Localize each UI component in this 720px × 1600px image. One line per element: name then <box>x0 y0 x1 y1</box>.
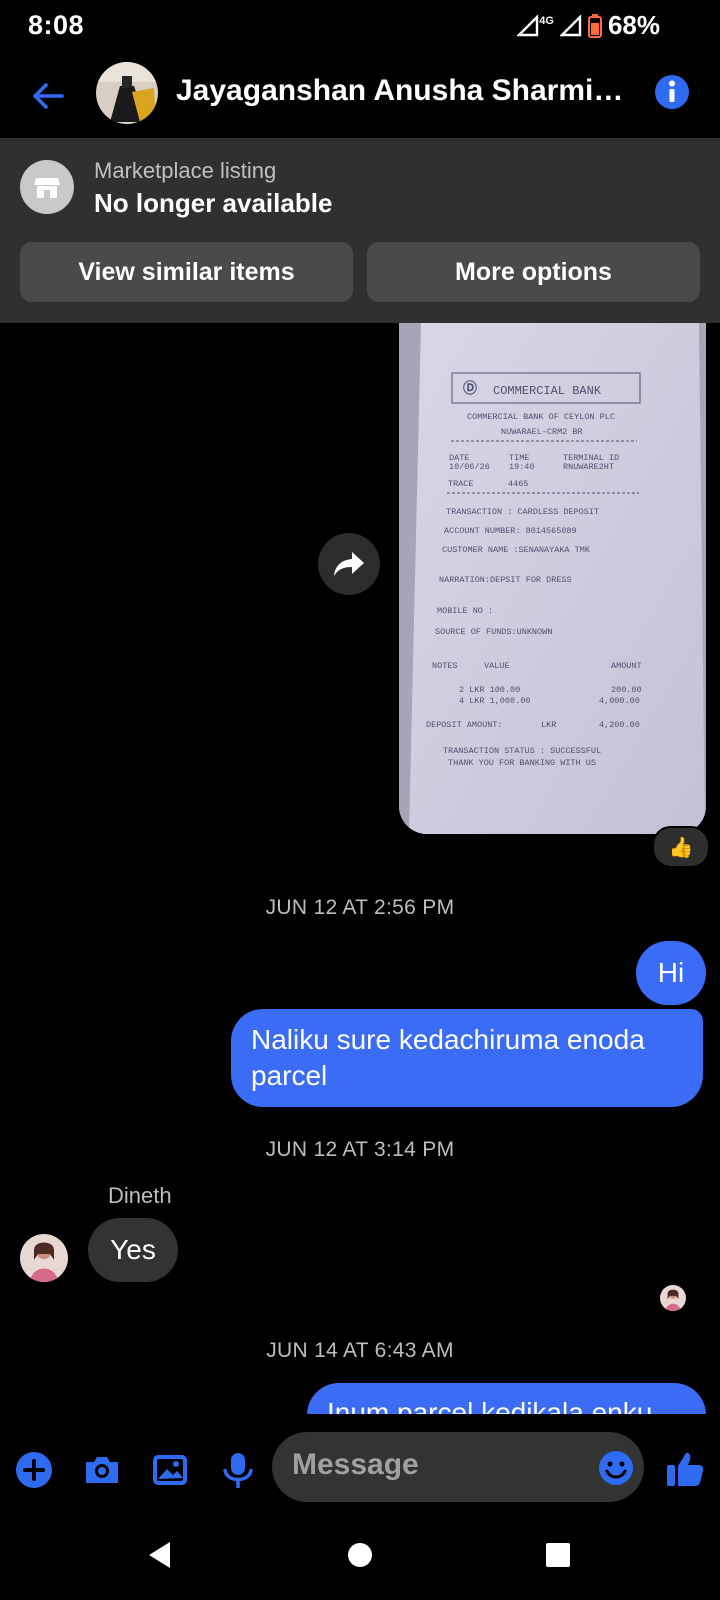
receipt-branch: NUWARAEL-CRM2 BR <box>501 427 583 437</box>
arrow-left-icon <box>33 83 64 109</box>
circle-home-icon <box>348 1543 372 1567</box>
timestamp: JUN 12 AT 3:14 PM <box>265 1138 455 1161</box>
storefront-icon <box>34 178 60 198</box>
triangle-back-icon <box>149 1542 170 1568</box>
receipt-transaction: TRANSACTION : CARDLESS DEPOSIT <box>446 507 599 517</box>
microphone-icon <box>223 1453 253 1488</box>
microphone-button[interactable] <box>218 1450 258 1490</box>
receipt-bank: COMMERCIAL BANK <box>493 384 602 398</box>
receipt-photo[interactable]: Ⓓ COMMERCIAL BANK COMMERCIAL BANK OF CEY… <box>399 323 706 834</box>
receipt-notes-header: NOTES <box>432 661 458 671</box>
dress-thumbnail <box>96 62 158 124</box>
info-icon <box>655 75 689 109</box>
signal-icon-2 <box>559 14 582 36</box>
receipt-trace-label: TRACE <box>448 479 474 489</box>
partial-message-clip: Inum parcel kedikala enku <box>0 1383 720 1414</box>
receipt-deposit-currency: LKR <box>541 720 556 730</box>
more-options-button[interactable]: More options <box>367 242 700 302</box>
receipt-bank-full: COMMERCIAL BANK OF CEYLON PLC <box>467 412 615 422</box>
nav-recents-button[interactable] <box>545 1542 571 1568</box>
camera-button[interactable] <box>82 1450 122 1490</box>
marketplace-label: Marketplace listing <box>94 158 277 183</box>
plus-button[interactable] <box>14 1450 54 1490</box>
receipt-mobile: MOBILE NO : <box>437 606 493 616</box>
status-icons: 4G 68% <box>517 10 660 41</box>
receipt-amount-header: AMOUNT <box>611 661 642 671</box>
signal-icon <box>517 14 539 36</box>
receipt-value-header: VALUE <box>484 661 510 671</box>
marketplace-icon-circle <box>20 160 74 214</box>
message-bubble-hi[interactable]: Hi <box>636 941 706 1005</box>
system-nav-bar <box>0 1524 720 1600</box>
camera-icon <box>86 1457 118 1483</box>
battery-percent: 68% <box>607 10 660 40</box>
receipt-source: SOURCE OF FUNDS:UNKNOWN <box>435 627 552 637</box>
avatar-photo <box>20 1234 68 1282</box>
read-receipt-avatar <box>660 1285 686 1311</box>
receipt-row2-amount: 4,000.00 <box>599 696 640 706</box>
avatar-photo-small <box>660 1285 686 1311</box>
timestamp: JUN 12 AT 2:56 PM <box>265 896 455 919</box>
listing-status: No longer available <box>94 188 333 218</box>
marketplace-panel: Marketplace listing No longer available … <box>0 138 720 323</box>
emoji-button[interactable] <box>596 1448 636 1488</box>
emoji-icon <box>599 1451 633 1485</box>
message-placeholder: Message <box>292 1448 419 1481</box>
status-bar: 8:08 4G 68% <box>0 0 720 52</box>
receipt-trace: 4465 <box>508 479 528 489</box>
receipt-row1: 2 LKR 100.00 <box>459 685 520 695</box>
network-type: 4G <box>539 14 554 27</box>
receipt-status-line: TRANSACTION STATUS : SUCCESSFUL <box>443 746 601 756</box>
receipt-deposit-label: DEPOSIT AMOUNT: <box>426 720 503 730</box>
back-button[interactable] <box>26 74 70 118</box>
share-arrow-icon <box>334 552 364 576</box>
receipt-deposit-amount: 4,200.00 <box>599 720 640 730</box>
timestamp: JUN 14 AT 6:43 AM <box>266 1339 454 1362</box>
message-bubble-yes[interactable]: Yes <box>88 1218 178 1282</box>
receipt-terminal: RNUWARE2HT <box>563 462 614 472</box>
status-time: 8:08 <box>28 10 85 40</box>
contact-name[interactable]: Jayaganshan Anusha Sharmila… <box>176 74 631 108</box>
reaction-badge[interactable]: 👍 <box>652 826 710 868</box>
receipt-logo-mark: Ⓓ <box>463 380 477 398</box>
info-button[interactable] <box>652 72 692 112</box>
receipt-time: 19:40 <box>509 462 535 472</box>
gallery-button[interactable] <box>150 1450 190 1490</box>
receipt-image: Ⓓ COMMERCIAL BANK COMMERCIAL BANK OF CEY… <box>399 323 706 834</box>
receipt-customer: CUSTOMER NAME :SENANAYAKA TMK <box>442 545 591 555</box>
receipt-row2: 4 LKR 1,000.00 <box>459 696 530 706</box>
sender-avatar[interactable] <box>20 1234 68 1282</box>
thumbs-up-icon <box>667 1452 704 1486</box>
battery-icon <box>587 13 602 38</box>
like-button[interactable] <box>664 1448 706 1490</box>
receipt-row1-amount: 200.00 <box>611 685 642 695</box>
receipt-date: 10/06/26 <box>449 462 490 472</box>
plus-icon <box>16 1452 52 1488</box>
message-bubble-partial[interactable]: Inum parcel kedikala enku <box>307 1383 706 1414</box>
forward-button[interactable] <box>318 533 380 595</box>
message-bubble-parcel[interactable]: Naliku sure kedachiruma enoda parcel <box>231 1009 703 1107</box>
sender-name: Dineth <box>108 1183 172 1208</box>
receipt-thanks: THANK YOU FOR BANKING WITH US <box>448 758 596 768</box>
receipt-account: ACCOUNT NUMBER: 8014565089 <box>444 526 577 536</box>
view-similar-items-button[interactable]: View similar items <box>20 242 353 302</box>
chat-header: Jayaganshan Anusha Sharmila… <box>0 52 720 138</box>
nav-home-button[interactable] <box>346 1541 374 1569</box>
square-recents-icon <box>546 1543 570 1567</box>
contact-avatar[interactable] <box>96 62 158 124</box>
nav-back-button[interactable] <box>146 1540 174 1570</box>
receipt-narration: NARRATION:DEPSIT FOR DRESS <box>439 575 572 585</box>
gallery-icon <box>153 1455 187 1485</box>
